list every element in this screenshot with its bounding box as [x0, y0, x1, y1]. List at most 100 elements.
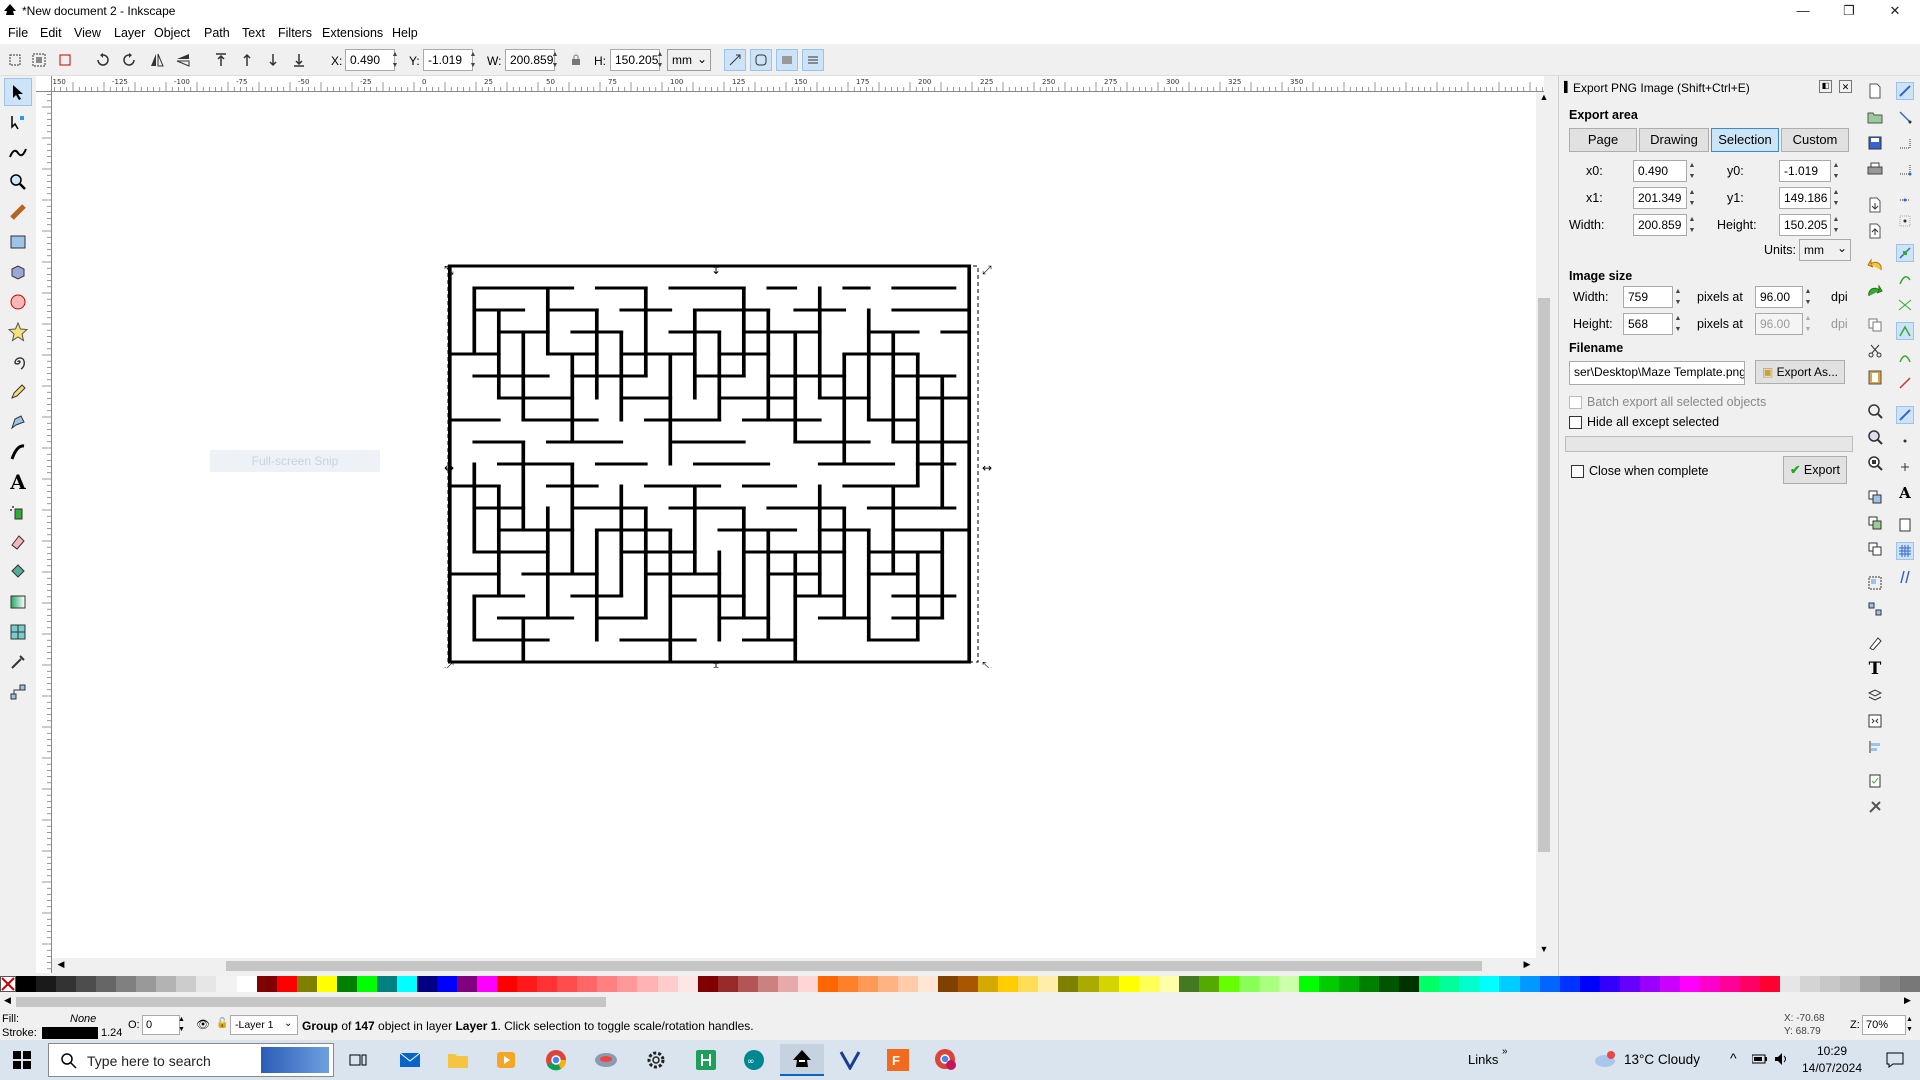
- layers-icon[interactable]: [1866, 686, 1884, 704]
- palette-swatch[interactable]: [36, 976, 57, 992]
- palette-swatch[interactable]: [1439, 976, 1460, 992]
- palette-swatch[interactable]: [617, 976, 638, 992]
- palette-swatch[interactable]: [1238, 976, 1259, 992]
- text-tool-icon[interactable]: A: [4, 468, 32, 496]
- palette-swatch[interactable]: [637, 976, 658, 992]
- stroke-width-value[interactable]: 1.24: [101, 1027, 122, 1039]
- dropper-tool-icon[interactable]: [4, 648, 32, 676]
- palette-swatch[interactable]: [296, 976, 317, 992]
- open-icon[interactable]: [1866, 108, 1884, 126]
- chrome-icon[interactable]: [534, 1044, 578, 1076]
- battery-icon[interactable]: [1752, 1053, 1768, 1065]
- file-explorer-icon[interactable]: [436, 1044, 480, 1076]
- palette-swatch[interactable]: [1559, 976, 1580, 992]
- w-input[interactable]: 200.859: [505, 49, 555, 71]
- x-input[interactable]: 0.490: [345, 49, 395, 71]
- export-button[interactable]: ✔ Export: [1783, 456, 1847, 484]
- layer-visibility-icon[interactable]: 👁: [196, 1018, 210, 1031]
- import-icon[interactable]: [1866, 196, 1884, 214]
- palette-swatch[interactable]: [1499, 976, 1520, 992]
- zoom-input[interactable]: 70%: [1862, 1015, 1906, 1035]
- unit-select[interactable]: mm ⌄: [667, 49, 711, 71]
- palette-swatch[interactable]: [1679, 976, 1700, 992]
- palette-swatch[interactable]: [677, 976, 698, 992]
- palette-swatch[interactable]: [878, 976, 899, 992]
- palette-swatch[interactable]: [76, 976, 97, 992]
- w-stepper[interactable]: ▲ ▼: [550, 49, 560, 71]
- align-distribute-icon[interactable]: [1866, 738, 1884, 756]
- rectangle-tool-icon[interactable]: [4, 228, 32, 256]
- palette-swatch[interactable]: [1840, 976, 1861, 992]
- fill-stroke-icon[interactable]: [1866, 634, 1884, 652]
- clone-icon[interactable]: [1866, 514, 1884, 532]
- app-v-icon[interactable]: [828, 1044, 872, 1076]
- dpi-x-stepper[interactable]: ▲ ▼: [1803, 286, 1813, 308]
- arduino-icon[interactable]: ∞: [732, 1044, 776, 1076]
- no-paint-swatch-icon[interactable]: [0, 976, 16, 992]
- palette-swatch[interactable]: [1399, 976, 1420, 992]
- palette-swatch[interactable]: [918, 976, 939, 992]
- palette-swatch[interactable]: [1118, 976, 1139, 992]
- palette-swatch[interactable]: [1719, 976, 1741, 992]
- selection-handles[interactable]: ⤡ ↕ ⤢ ↔ ↔ ⤢ ↕ ⤡: [440, 238, 1026, 668]
- resize-handle-s[interactable]: ↕: [711, 659, 721, 668]
- eraser-tool-icon[interactable]: [4, 528, 32, 556]
- snap-center-icon[interactable]: [1896, 432, 1914, 450]
- save-icon[interactable]: [1866, 134, 1884, 152]
- resize-handle-sw[interactable]: ⤢: [443, 659, 454, 668]
- search-box[interactable]: Type here to search: [48, 1043, 334, 1077]
- snap-bbox-center-icon[interactable]: [1896, 212, 1914, 230]
- lock-icon[interactable]: [565, 49, 587, 71]
- flip-vertical-icon[interactable]: [172, 49, 194, 71]
- chrome-profile-icon[interactable]: [924, 1044, 968, 1076]
- palette-swatch[interactable]: [176, 976, 197, 992]
- palette-swatch[interactable]: [1058, 976, 1079, 992]
- palette-swatch[interactable]: [1018, 976, 1039, 992]
- settings-gear-icon[interactable]: [634, 1044, 678, 1076]
- document-properties-icon[interactable]: [1866, 798, 1884, 816]
- notifications-icon[interactable]: [1886, 1052, 1904, 1068]
- snap-others-icon[interactable]: [1896, 406, 1914, 424]
- group-icon[interactable]: [1866, 574, 1884, 592]
- menu-object[interactable]: Object: [154, 26, 190, 40]
- clock-time[interactable]: 10:29: [1800, 1044, 1864, 1058]
- palette-swatch[interactable]: [276, 976, 297, 992]
- fusion-app-icon[interactable]: F: [876, 1044, 920, 1076]
- menu-extensions[interactable]: Extensions: [322, 26, 383, 40]
- h-input[interactable]: 150.205: [610, 49, 660, 71]
- palette-swatch[interactable]: [116, 976, 137, 992]
- select-all-icon[interactable]: [4, 49, 26, 71]
- x1-stepper[interactable]: ▲ ▼: [1687, 187, 1697, 209]
- palette-swatch[interactable]: [517, 976, 538, 992]
- palette-swatch[interactable]: [1299, 976, 1320, 992]
- palette-swatch[interactable]: [1138, 976, 1159, 992]
- x0-stepper[interactable]: ▲ ▼: [1687, 160, 1697, 182]
- menu-help[interactable]: Help: [392, 26, 418, 40]
- fill-value[interactable]: None: [70, 1013, 96, 1025]
- close-window-button[interactable]: ✕: [1872, 0, 1918, 22]
- snap-smooth-icon[interactable]: [1896, 348, 1914, 366]
- preferences-icon[interactable]: [1866, 772, 1884, 790]
- menu-view[interactable]: View: [74, 26, 101, 40]
- snap-bbox-icon[interactable]: [1896, 108, 1914, 126]
- opacity-stepper[interactable]: ▲ ▼: [178, 1015, 185, 1035]
- spreadsheet-app-icon[interactable]: [684, 1044, 728, 1076]
- palette-swatch[interactable]: [156, 976, 177, 992]
- palette-swatch[interactable]: [938, 976, 959, 992]
- y-stepper[interactable]: ▲ ▼: [468, 49, 478, 71]
- paint-bucket-tool-icon[interactable]: [4, 558, 32, 586]
- paste-icon[interactable]: [1866, 368, 1884, 386]
- palette-swatch[interactable]: [316, 976, 337, 992]
- transform-gradients-toggle[interactable]: [776, 49, 798, 71]
- palette-swatch[interactable]: [56, 976, 77, 992]
- zoom-tool-icon[interactable]: [4, 168, 32, 196]
- palette-swatch[interactable]: [16, 976, 37, 992]
- units-select[interactable]: mm ⌄: [1799, 239, 1851, 261]
- horizontal-scrollbar[interactable]: ◀ ▶: [52, 958, 1536, 974]
- palette-swatch[interactable]: [1740, 976, 1761, 992]
- node-tool-icon[interactable]: [4, 108, 32, 136]
- palette-swatch[interactable]: [1780, 976, 1801, 992]
- snap-paths-icon[interactable]: [1896, 270, 1914, 288]
- dpi-x-input[interactable]: 96.00: [1755, 286, 1803, 308]
- palette-swatch[interactable]: [697, 976, 718, 992]
